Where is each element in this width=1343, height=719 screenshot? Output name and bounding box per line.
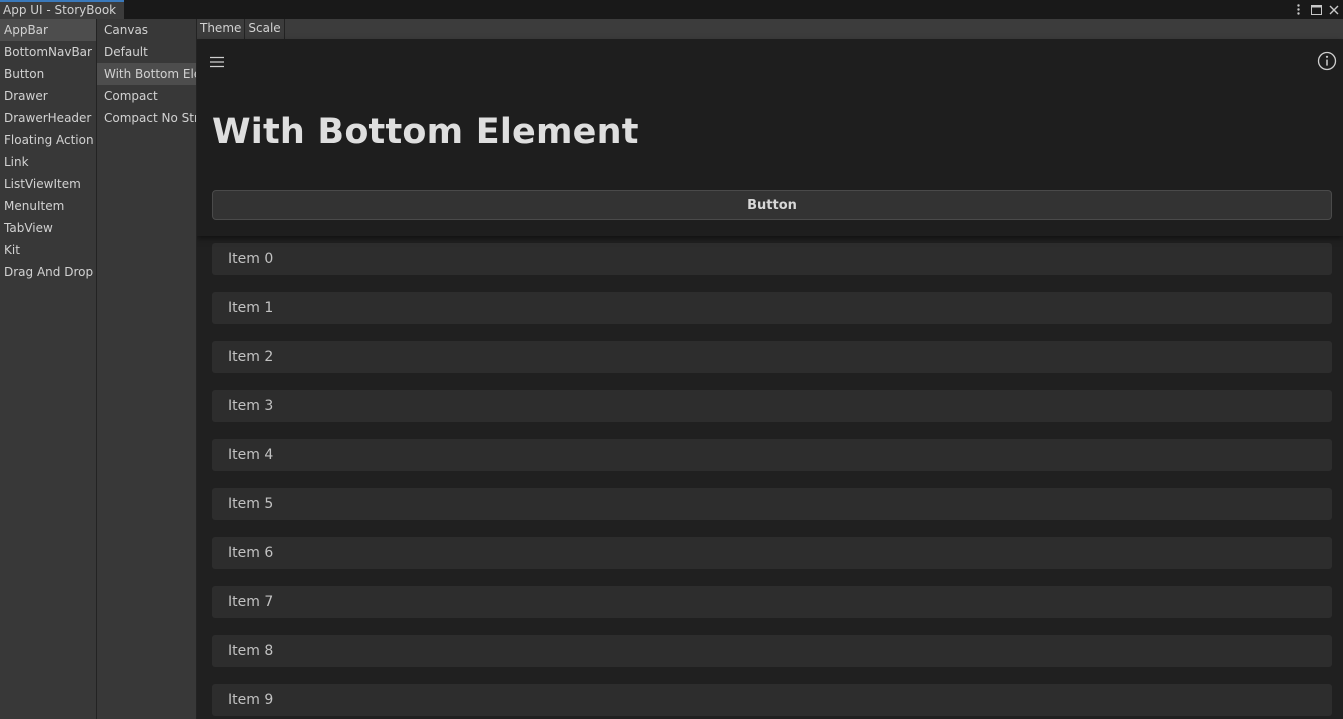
story-item[interactable]: Kit [0, 239, 96, 261]
list-item[interactable]: Item 9 [212, 684, 1332, 716]
story-item[interactable]: Drawer [0, 85, 96, 107]
variant-item[interactable]: Canvas [97, 19, 196, 41]
story-item[interactable]: Link [0, 151, 96, 173]
list-item[interactable]: Item 3 [212, 390, 1332, 422]
story-item[interactable]: AppBar [0, 19, 96, 41]
appbar-bottom-button[interactable]: Button [212, 190, 1332, 220]
more-vertical-icon[interactable] [1291, 2, 1305, 18]
window-controls [1291, 0, 1343, 19]
story-item[interactable]: DrawerHeader [0, 107, 96, 129]
story-item[interactable]: Drag And Drop [0, 261, 96, 283]
story-item[interactable]: BottomNavBar [0, 41, 96, 63]
list-item[interactable]: Item 2 [212, 341, 1332, 373]
window-tab[interactable]: App UI - StoryBook [0, 0, 124, 19]
preview-toolbar: Theme Scale [197, 19, 1343, 40]
variant-item[interactable]: With Bottom Element [97, 63, 196, 85]
list-item[interactable]: Item 0 [212, 243, 1332, 275]
close-icon[interactable] [1327, 2, 1341, 18]
maximize-icon[interactable] [1309, 2, 1323, 18]
story-item[interactable]: MenuItem [0, 195, 96, 217]
variant-item[interactable]: Default [97, 41, 196, 63]
story-item[interactable]: TabView [0, 217, 96, 239]
theme-button[interactable]: Theme [197, 19, 246, 39]
story-item[interactable]: Floating Action Button [0, 129, 96, 151]
story-item[interactable]: ListViewItem [0, 173, 96, 195]
list-item[interactable]: Item 6 [212, 537, 1332, 569]
list-item[interactable]: Item 8 [212, 635, 1332, 667]
list-item[interactable]: Item 7 [212, 586, 1332, 618]
list-item[interactable]: Item 5 [212, 488, 1332, 520]
item-list: Item 0 Item 1 Item 2 Item 3 Item 4 Item … [212, 243, 1332, 719]
scale-button[interactable]: Scale [245, 19, 285, 39]
story-item[interactable]: Button [0, 63, 96, 85]
storybook-window: App UI - StoryBook AppBar BottomNavBar B… [0, 0, 1343, 719]
info-icon[interactable] [1317, 51, 1337, 71]
hamburger-menu-icon[interactable] [209, 54, 225, 70]
list-item[interactable]: Item 1 [212, 292, 1332, 324]
variant-item[interactable]: Compact [97, 85, 196, 107]
variant-item[interactable]: Compact No Stretch [97, 107, 196, 129]
title-bar: App UI - StoryBook [0, 0, 1343, 19]
list-item[interactable]: Item 4 [212, 439, 1332, 471]
story-list: AppBar BottomNavBar Button Drawer Drawer… [0, 19, 97, 719]
page-title: With Bottom Element [212, 112, 639, 152]
preview-area: Theme Scale With Bottom Element Button I… [197, 19, 1343, 719]
app-bar: With Bottom Element Button [197, 40, 1343, 236]
variant-list: Canvas Default With Bottom Element Compa… [97, 19, 197, 719]
